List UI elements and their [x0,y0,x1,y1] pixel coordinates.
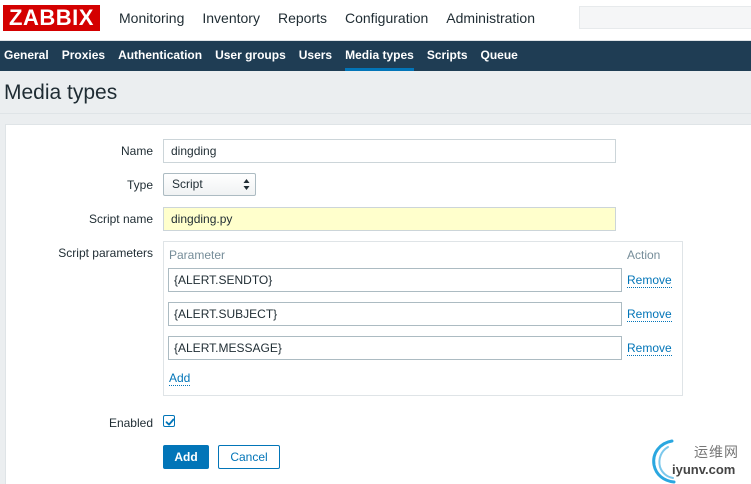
param-input-subject[interactable]: {ALERT.SUBJECT} [168,302,622,326]
remove-param-link[interactable]: Remove [627,273,672,288]
add-param-link[interactable]: Add [169,371,191,386]
param-input-message[interactable]: {ALERT.MESSAGE} [168,336,622,360]
name-field[interactable]: dingding [163,139,616,163]
tab-scripts[interactable]: Scripts [422,41,476,71]
type-label: Type [126,178,153,192]
tab-user-groups[interactable]: User groups [210,41,294,71]
param-input-sendto[interactable]: {ALERT.SENDTO} [168,268,622,292]
tab-queue[interactable]: Queue [476,41,526,71]
tab-users[interactable]: Users [294,41,340,71]
script-name-label: Script name [88,212,153,226]
watermark-url: iyunv.com [672,462,736,477]
top-header: ZABBIX Monitoring Inventory Reports Conf… [0,0,751,41]
param-column-header: Parameter [169,248,226,262]
select-arrows-icon [243,179,250,190]
remove-param-link[interactable]: Remove [627,341,672,356]
nav-monitoring[interactable]: Monitoring [110,0,193,41]
sub-nav: General Proxies Authentication User grou… [0,41,751,71]
enabled-checkbox[interactable] [163,415,175,427]
zabbix-logo[interactable]: ZABBIX [3,5,100,31]
tab-authentication[interactable]: Authentication [113,41,210,71]
name-label: Name [120,144,153,158]
page-title: Media types [4,81,118,104]
checkmark-icon [165,418,175,426]
nav-reports[interactable]: Reports [269,0,336,41]
watermark-text: 运维网 [694,444,739,460]
nav-administration[interactable]: Administration [437,0,544,41]
tab-general[interactable]: General [0,41,57,71]
script-params-label: Script parameters [58,246,153,260]
tab-media-types[interactable]: Media types [340,41,422,71]
nav-configuration[interactable]: Configuration [336,0,437,41]
tab-proxies[interactable]: Proxies [57,41,113,71]
enabled-label: Enabled [108,416,153,430]
script-name-field[interactable]: dingding.py [163,207,616,231]
add-button[interactable]: Add [163,445,209,469]
type-select[interactable]: Script [163,173,256,196]
main-nav: Monitoring Inventory Reports Configurati… [110,0,544,41]
search-input[interactable] [579,6,751,29]
nav-inventory[interactable]: Inventory [193,0,269,41]
remove-param-link[interactable]: Remove [627,307,672,322]
type-select-value: Script [172,177,203,191]
cancel-button[interactable]: Cancel [218,445,280,469]
action-column-header: Action [627,248,661,262]
title-divider [0,113,751,114]
